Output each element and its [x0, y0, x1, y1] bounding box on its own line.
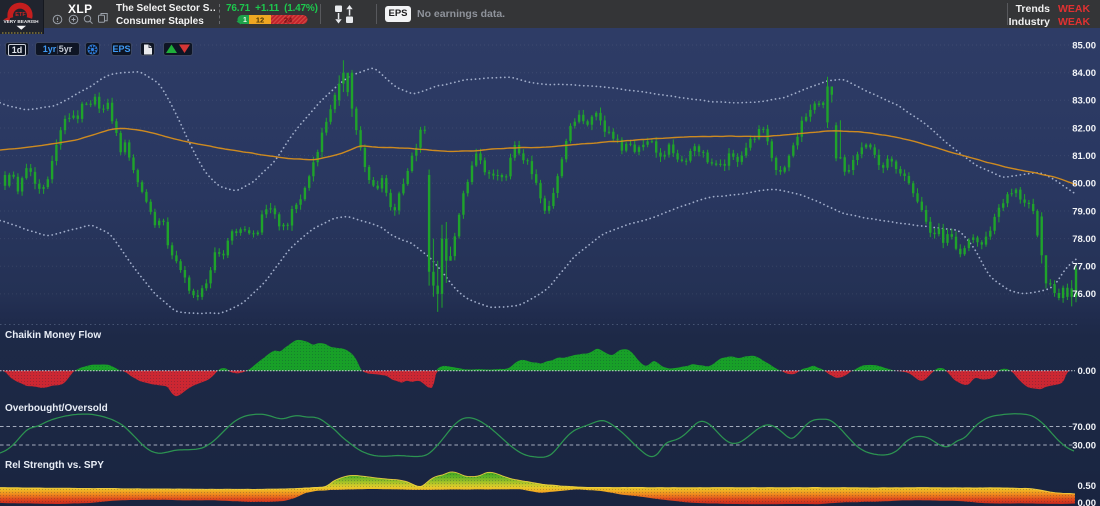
svg-text:81.00: 81.00: [1072, 151, 1096, 162]
svg-text:0.00: 0.00: [1078, 366, 1097, 377]
svg-text:30.00: 30.00: [1072, 441, 1096, 452]
svg-text:1: 1: [243, 17, 247, 24]
svg-text:Rel Strength vs. SPY: Rel Strength vs. SPY: [5, 460, 104, 471]
svg-text:78.00: 78.00: [1072, 234, 1096, 245]
svg-text:0.50: 0.50: [1078, 481, 1097, 492]
svg-text:77.00: 77.00: [1072, 262, 1096, 273]
svg-text:0.00: 0.00: [1078, 498, 1097, 506]
svg-text:79.00: 79.00: [1072, 206, 1096, 217]
svg-text:82.00: 82.00: [1072, 123, 1096, 134]
svg-text:12: 12: [256, 15, 264, 24]
svg-text:VERY BEARISH: VERY BEARISH: [4, 19, 40, 24]
svg-text:76.00: 76.00: [1072, 289, 1096, 300]
svg-text:83.00: 83.00: [1072, 96, 1096, 107]
svg-text:85.00: 85.00: [1072, 40, 1096, 51]
svg-text:24: 24: [284, 15, 293, 24]
svg-text:Overbought/Oversold: Overbought/Oversold: [5, 403, 108, 414]
svg-text:Chaikin Money Flow: Chaikin Money Flow: [5, 330, 101, 341]
svg-text:84.00: 84.00: [1072, 68, 1096, 79]
svg-text:70.00: 70.00: [1072, 422, 1096, 433]
svg-text:ETF: ETF: [15, 12, 26, 18]
svg-text:80.00: 80.00: [1072, 179, 1096, 190]
